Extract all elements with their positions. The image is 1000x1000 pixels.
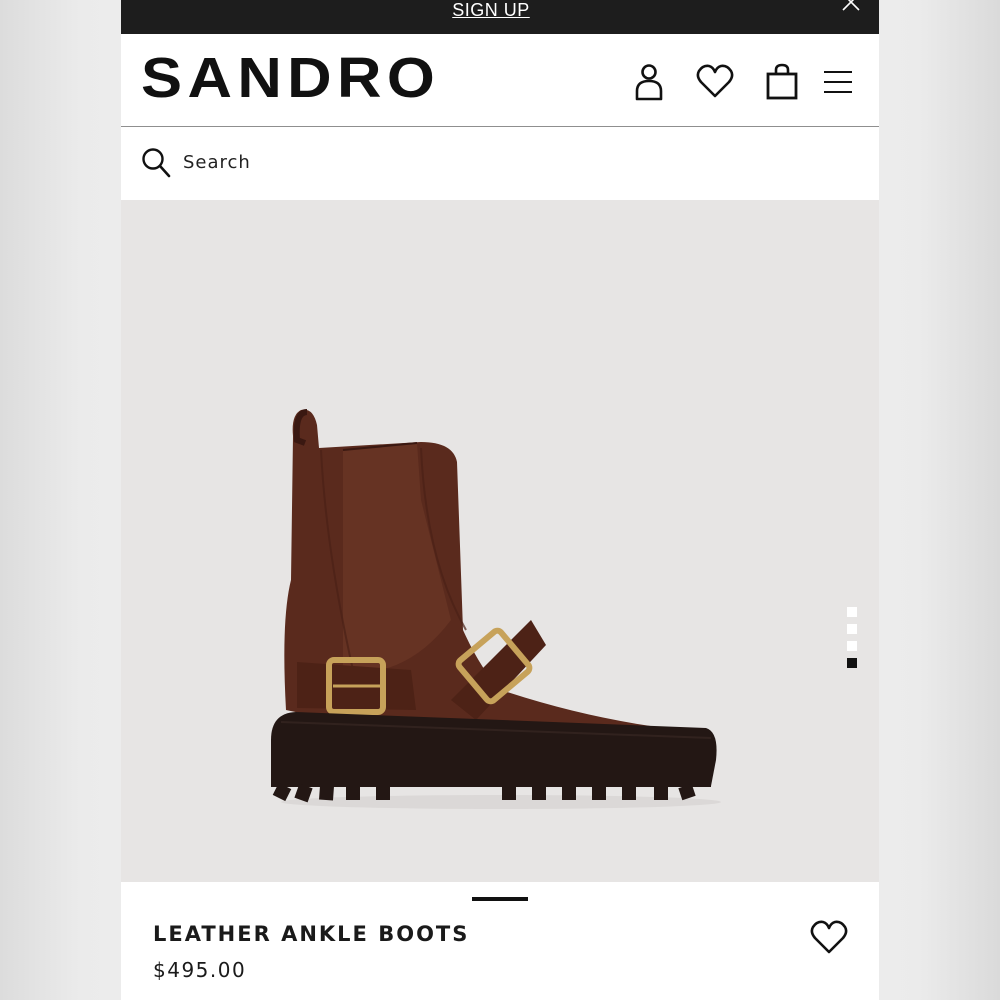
menu-icon[interactable] bbox=[821, 62, 855, 102]
promo-bar: SIGN UP bbox=[121, 0, 879, 34]
product-price: $495.00 bbox=[153, 958, 247, 982]
carousel-dot[interactable] bbox=[847, 624, 857, 634]
product-image-carousel[interactable] bbox=[121, 200, 879, 882]
carousel-dot[interactable] bbox=[847, 641, 857, 651]
carousel-dot-active[interactable] bbox=[847, 658, 857, 668]
search-bar bbox=[121, 127, 879, 200]
carousel-indicators bbox=[847, 607, 857, 675]
signup-link[interactable]: SIGN UP bbox=[121, 0, 861, 20]
account-icon[interactable] bbox=[631, 62, 667, 102]
search-input[interactable] bbox=[183, 149, 483, 175]
product-image bbox=[271, 409, 721, 809]
search-icon[interactable] bbox=[141, 147, 171, 179]
bag-icon[interactable] bbox=[764, 62, 800, 102]
carousel-progress-bar bbox=[472, 897, 528, 901]
brand-logo[interactable]: SANDRO bbox=[141, 46, 440, 110]
heart-icon[interactable] bbox=[809, 918, 849, 958]
site-header: SANDRO bbox=[121, 34, 879, 127]
mobile-page: SIGN UP SANDRO Search LEATHER ANKLE BOOT… bbox=[121, 0, 879, 1000]
product-name[interactable]: LEATHER ANKLE BOOTS bbox=[153, 922, 469, 946]
close-icon[interactable] bbox=[841, 0, 861, 12]
wishlist-icon[interactable] bbox=[695, 62, 735, 102]
carousel-dot[interactable] bbox=[847, 607, 857, 617]
